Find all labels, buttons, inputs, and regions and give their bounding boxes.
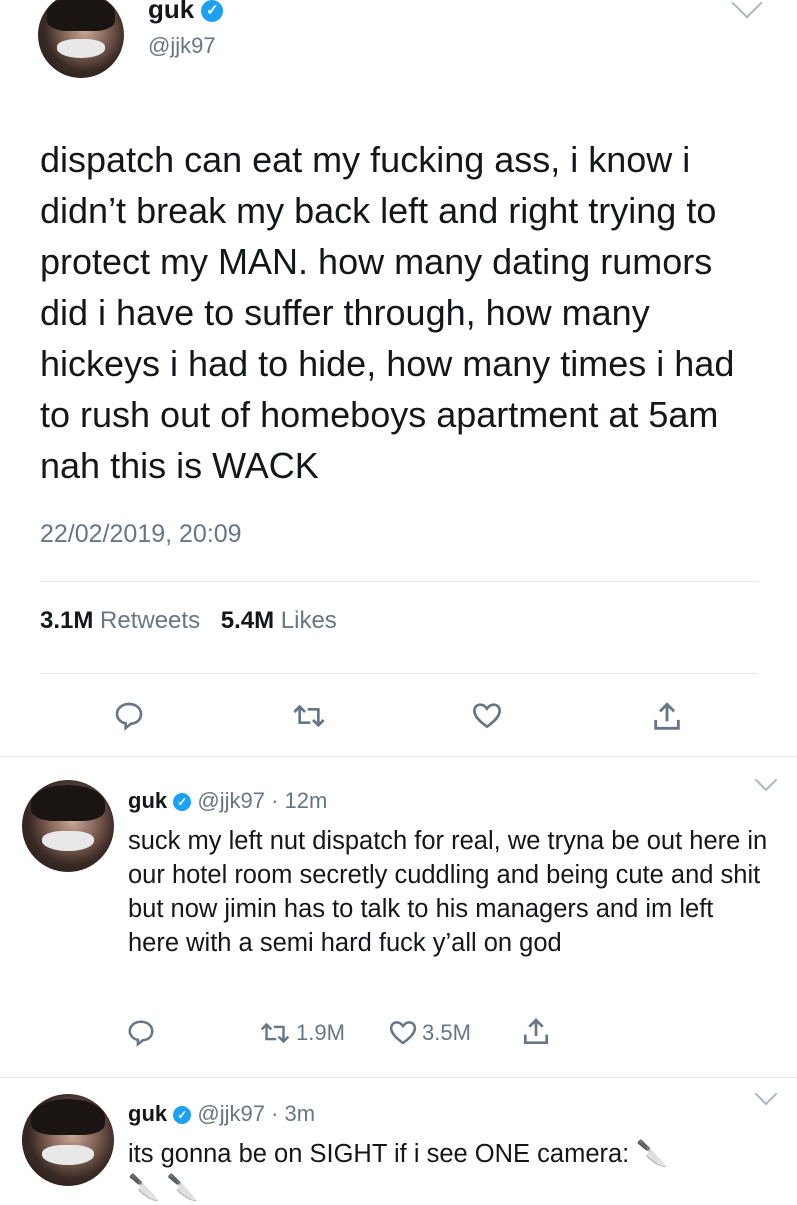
likes-label: Likes — [280, 607, 337, 634]
heart-icon — [472, 703, 502, 729]
avatar[interactable] — [22, 1094, 114, 1186]
retweet-arrows-icon — [293, 704, 325, 728]
heart-icon — [389, 1021, 417, 1045]
tweet-timestamp[interactable]: 22/02/2019, 20:09 — [40, 520, 242, 549]
likes-count: 5.4M — [220, 607, 275, 634]
share-button[interactable] — [650, 700, 684, 734]
speech-bubble-icon — [115, 702, 143, 731]
handle[interactable]: @jjk97 — [197, 788, 265, 813]
divider — [40, 673, 758, 674]
reply-header: guk ✓ @jjk97 · 12m — [128, 788, 327, 814]
engagement-stats: 3.1M Retweets 5.4M Likes — [40, 607, 337, 635]
likes-stat[interactable]: 5.4M Likes — [221, 607, 337, 634]
verified-badge-icon: ✓ — [173, 1106, 192, 1125]
display-name[interactable]: guk — [128, 1101, 167, 1126]
reply-header: guk ✓ @jjk97 · 3m — [128, 1101, 315, 1127]
display-name[interactable]: guk — [128, 788, 167, 813]
chevron-down-icon[interactable] — [754, 768, 778, 792]
divider — [0, 1077, 797, 1078]
separator: · — [271, 1101, 279, 1126]
divider — [0, 756, 797, 757]
tweet-text-content: its gonna be on SIGHT if i see ONE camer… — [128, 1140, 630, 1168]
share-upload-icon — [654, 702, 680, 730]
like-button[interactable]: 3.5M — [388, 1018, 471, 1048]
share-upload-icon — [524, 1018, 548, 1044]
avatar[interactable] — [22, 780, 114, 872]
tweet-text: dispatch can eat my fucking ass, i know … — [40, 139, 735, 486]
retweet-arrows-icon — [260, 1022, 290, 1044]
tweet-text: suck my left nut dispatch for real, we t… — [128, 827, 768, 957]
verified-badge-icon: ✓ — [201, 0, 224, 23]
retweets-label: Retweets — [100, 607, 201, 634]
chevron-down-icon[interactable] — [754, 1082, 778, 1106]
separator: · — [271, 788, 279, 813]
display-name[interactable]: guk ✓ — [148, 0, 224, 25]
reply-button[interactable] — [112, 700, 146, 732]
divider — [40, 581, 758, 582]
like-count: 3.5M — [422, 1020, 471, 1045]
retweets-stat[interactable]: 3.1M Retweets — [40, 607, 207, 634]
verified-badge-icon: ✓ — [173, 793, 192, 812]
retweet-count: 1.9M — [296, 1020, 345, 1045]
handle[interactable]: @jjk97 — [148, 33, 216, 59]
retweet-button[interactable]: 1.9M — [258, 1018, 345, 1048]
display-name-text: guk — [148, 0, 195, 24]
retweet-button[interactable] — [290, 700, 328, 732]
share-button[interactable] — [520, 1016, 552, 1048]
knife-emoji: 🔪 — [636, 1140, 669, 1168]
like-button[interactable] — [470, 700, 504, 732]
retweets-count: 3.1M — [40, 607, 94, 634]
avatar[interactable] — [38, 0, 124, 78]
speech-bubble-icon — [128, 1020, 154, 1047]
tweet-time[interactable]: 3m — [285, 1101, 316, 1126]
chevron-down-icon[interactable] — [731, 0, 763, 19]
tweet-text: its gonna be on SIGHT if i see ONE camer… — [128, 1137, 768, 1205]
handle[interactable]: @jjk97 — [197, 1101, 265, 1126]
reply-button[interactable] — [126, 1018, 156, 1048]
tweet-time[interactable]: 12m — [285, 788, 328, 813]
